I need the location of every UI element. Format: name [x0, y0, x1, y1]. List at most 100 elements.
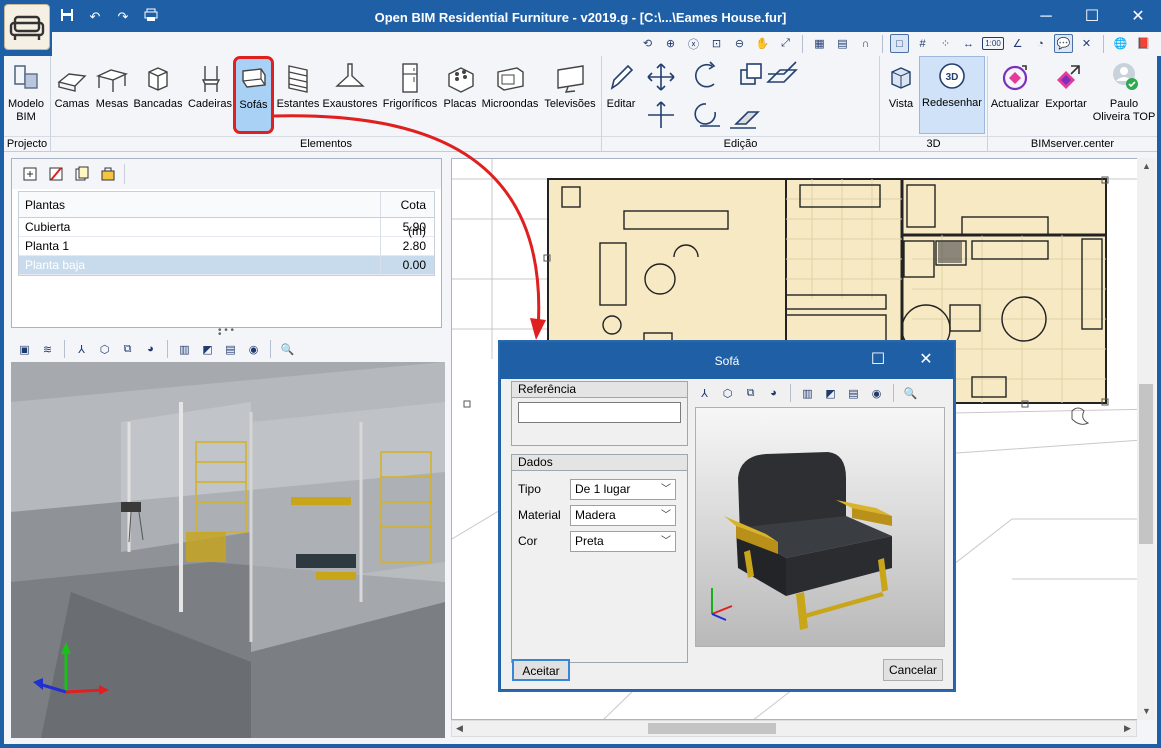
tipo-row: Tipo De 1 lugar ﹀ [512, 476, 687, 502]
zoom-x2-icon[interactable]: ⓧ [684, 34, 703, 53]
modelo-bim-button[interactable]: Modelo BIM [4, 58, 48, 132]
render-mode-icon[interactable]: ◕ [141, 340, 160, 359]
minimize-button[interactable]: ─ [1023, 0, 1069, 36]
material-row: Material Madera ﹀ [512, 502, 687, 528]
group-label-3d: 3D [880, 136, 987, 152]
dxf-icon[interactable]: ▦ [810, 34, 829, 53]
zoom-window-icon[interactable]: ⊡ [707, 34, 726, 53]
pan-hand-icon[interactable]: ✋ [753, 34, 772, 53]
cancel-button[interactable]: Cancelar [883, 659, 943, 681]
dialog-maximize-button[interactable]: ☐ [855, 343, 901, 379]
floor-row-selected[interactable]: Planta baja 0.00 [19, 256, 434, 275]
zoom-search-icon[interactable]: 🔍 [901, 384, 920, 403]
maximize-button[interactable]: ☐ [1069, 0, 1115, 36]
redesenhar-button[interactable]: 3D Redesenhar [919, 56, 985, 134]
wireframe-icon[interactable]: ⧉ [741, 384, 760, 403]
televisoes-button[interactable]: Televisões [541, 58, 599, 132]
preview-toolbar: ⅄ ⬡ ⧉ ◕ ▥ ◩ ▤ ◉ 🔍 [695, 381, 945, 405]
angle-icon[interactable]: ∠ [1008, 34, 1027, 53]
floor-row[interactable]: Planta 1 2.80 [19, 237, 434, 256]
floor-filter-icon[interactable]: ▤ [221, 340, 240, 359]
dialog-close-button[interactable]: ✕ [903, 343, 949, 379]
close-button[interactable]: ✕ [1115, 0, 1161, 36]
mesas-button[interactable]: Mesas [93, 58, 131, 132]
accept-button[interactable]: Aceitar [512, 659, 570, 681]
comment-icon[interactable]: 💬 [1054, 34, 1073, 53]
tools-icon[interactable]: ✕ [1077, 34, 1096, 53]
edit-tools [644, 60, 804, 134]
wireframe-icon[interactable]: ⧉ [118, 340, 137, 359]
globe-icon[interactable]: 🌐 [1111, 34, 1130, 53]
horizontal-scroll-thumb[interactable] [648, 723, 776, 734]
3d-viewport[interactable] [11, 362, 445, 738]
vista-button[interactable]: Vista [882, 58, 920, 132]
zoom-search-icon[interactable]: 🔍 [278, 340, 297, 359]
delete-floor-icon[interactable] [46, 164, 66, 184]
section-icon[interactable]: ▥ [798, 384, 817, 403]
clip-plane-icon[interactable]: ◩ [821, 384, 840, 403]
dimension-icon[interactable]: ↔ [959, 34, 978, 53]
cube-icon[interactable]: ⬡ [95, 340, 114, 359]
app-window: ↶ ↷ Open BIM Residential Furniture - v20… [0, 0, 1161, 748]
material-select[interactable]: Madera ﹀ [570, 504, 676, 526]
reference-input[interactable] [518, 402, 681, 423]
sofa-dialog: Sofá ☐ ✕ Referência Dados Tipo De 1 luga… [500, 342, 954, 690]
cube-icon[interactable]: ⬡ [718, 384, 737, 403]
dados-box: Tipo De 1 lugar ﹀ Material Madera ﹀ Cor Pr… [511, 471, 688, 663]
estantes-button[interactable]: Estantes [275, 58, 321, 132]
app-logo-icon[interactable] [4, 4, 50, 50]
plan-horizontal-scrollbar[interactable]: ◀ ▶ [451, 720, 1137, 737]
scale-icon[interactable]: 1:00 [982, 37, 1004, 50]
editar-button[interactable]: Editar [603, 58, 639, 132]
exportar-button[interactable]: Exportar [1042, 58, 1090, 132]
axes-icon[interactable]: ⅄ [695, 384, 714, 403]
section-icon[interactable]: ▥ [175, 340, 194, 359]
cor-select[interactable]: Preta ﹀ [570, 530, 676, 552]
title-bar: ↶ ↷ Open BIM Residential Furniture - v20… [0, 0, 1161, 36]
help-book-icon[interactable]: 📕 [1134, 34, 1153, 53]
cor-row: Cor Preta ﹀ [512, 528, 687, 554]
floor-filter-icon[interactable]: ▤ [844, 384, 863, 403]
add-floor-icon[interactable] [20, 164, 40, 184]
svg-text:3D: 3D [946, 72, 959, 83]
tipo-select[interactable]: De 1 lugar ﹀ [570, 478, 676, 500]
edit-floor-icon[interactable] [98, 164, 118, 184]
grid-icon[interactable]: # [913, 34, 932, 53]
exaustores-button[interactable]: Exaustores [322, 58, 378, 132]
user-account-button[interactable]: Paulo Oliveira TOP [1092, 58, 1156, 132]
axes-icon[interactable]: ⅄ [72, 340, 91, 359]
rotate-view-icon[interactable]: ⟲ [638, 34, 657, 53]
clip-plane-icon[interactable]: ◩ [198, 340, 217, 359]
floor-row[interactable]: Cubierta 5.90 [19, 218, 434, 237]
plan-vertical-scrollbar[interactable]: ▲ ▼ [1137, 158, 1155, 720]
cadeiras-button[interactable]: Cadeiras [186, 58, 234, 132]
actualizar-button[interactable]: Actualizar [990, 58, 1040, 132]
window-title: Open BIM Residential Furniture - v2019.g… [374, 10, 787, 25]
chevron-down-icon: ﹀ [661, 509, 671, 521]
visibility-icon[interactable]: ◉ [244, 340, 263, 359]
render-mode-icon[interactable]: ◕ [764, 384, 783, 403]
group-label-project: Projecto [4, 136, 50, 152]
snap-points-icon[interactable]: ⁘ [936, 34, 955, 53]
magnet-icon[interactable]: ∩ [856, 34, 875, 53]
frigorificos-button[interactable]: Frigoríficos [380, 58, 440, 132]
vertical-scroll-thumb[interactable] [1139, 384, 1153, 544]
zoom-out-icon[interactable]: ⊖ [730, 34, 749, 53]
copy-floor-icon[interactable] [72, 164, 92, 184]
select-rect-icon[interactable]: □ [890, 34, 909, 53]
bancadas-button[interactable]: Bancadas [132, 58, 184, 132]
3d-view-icon[interactable]: ▣ [15, 340, 34, 359]
camas-button[interactable]: Camas [53, 58, 91, 132]
visibility-icon[interactable]: ◉ [867, 384, 886, 403]
layers-3d-icon[interactable]: ≋ [38, 340, 57, 359]
sofas-button[interactable]: Sofás [233, 56, 274, 134]
sofa-preview[interactable] [695, 407, 945, 647]
placas-button[interactable]: Placas [441, 58, 479, 132]
panel-splitter[interactable]: • • • • [218, 326, 238, 340]
material-label: Material [518, 508, 561, 522]
orbit-icon[interactable]: ◔ [1031, 34, 1050, 53]
fit-view-icon[interactable]: ⤢ [776, 34, 795, 53]
zoom-in-icon[interactable]: ⊕ [661, 34, 680, 53]
microondas-button[interactable]: Microondas [480, 58, 540, 132]
layers-icon[interactable]: ▤ [833, 34, 852, 53]
